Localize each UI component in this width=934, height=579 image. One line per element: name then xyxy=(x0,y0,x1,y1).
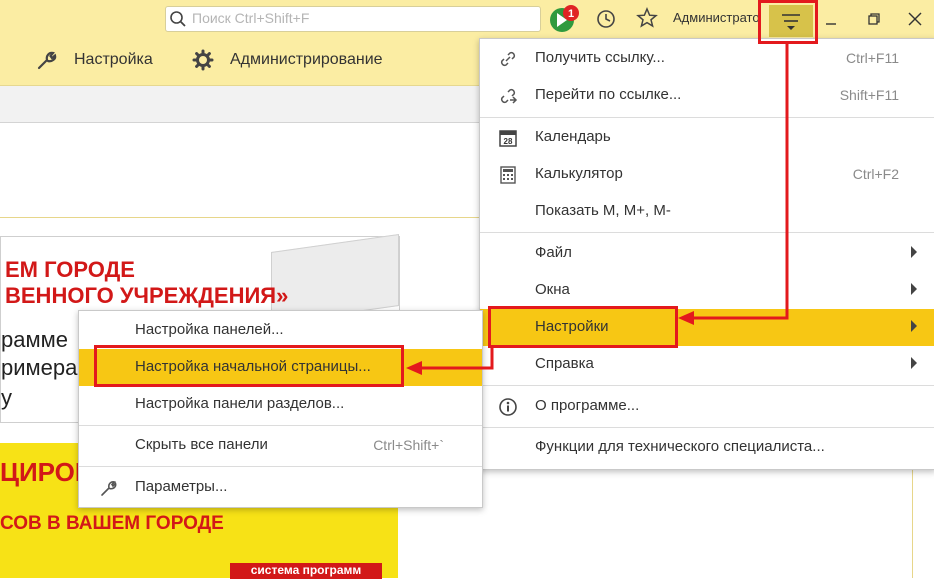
annotation-arrow-to-home xyxy=(420,346,494,370)
annotation-arrowhead xyxy=(406,361,422,375)
annotation-arrowhead xyxy=(678,311,694,325)
annotation-arrows xyxy=(406,44,789,375)
annotation-arrow-to-settings xyxy=(690,44,789,320)
